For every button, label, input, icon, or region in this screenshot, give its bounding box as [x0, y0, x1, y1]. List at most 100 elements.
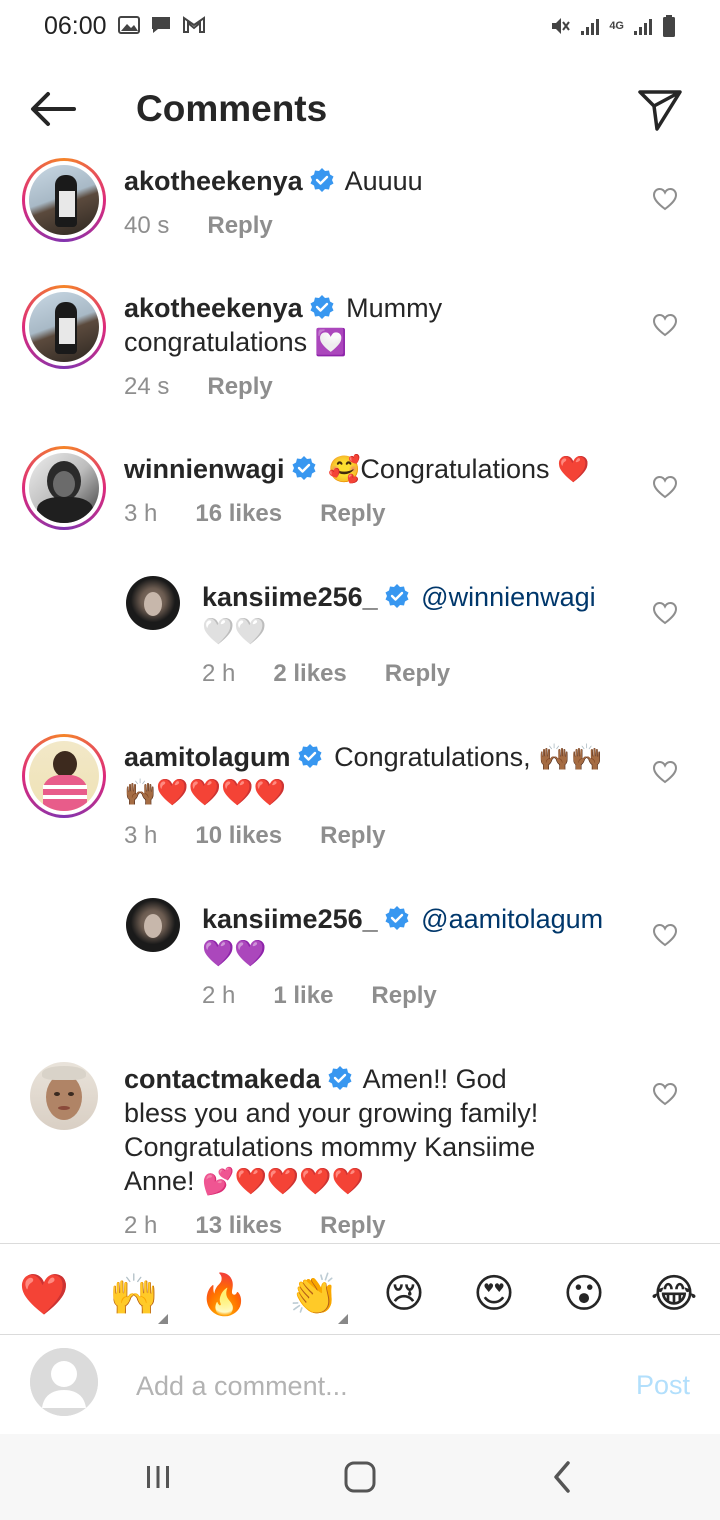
user-avatar: [30, 1348, 98, 1416]
comment-time: 24 s: [124, 373, 170, 400]
verified-badge-icon: [292, 456, 316, 480]
heart-outline-icon: [652, 1082, 678, 1106]
reply-button[interactable]: Reply: [320, 822, 385, 850]
heart-outline-icon: [652, 187, 678, 211]
comment-emoji: 💟: [314, 328, 348, 358]
like-button[interactable]: [650, 598, 680, 628]
recent-apps-button[interactable]: [128, 1454, 188, 1500]
verified-badge-icon: [298, 744, 322, 768]
reply-button[interactable]: Reply: [320, 1212, 385, 1240]
mute-icon: [552, 18, 571, 34]
comment-text: Anne!: [124, 1166, 195, 1196]
like-button[interactable]: [650, 1079, 680, 1109]
comment-emoji: 💕❤️❤️❤️❤️: [202, 1167, 364, 1197]
comment-time: 3 h: [124, 500, 158, 527]
post-button[interactable]: Post: [636, 1370, 690, 1401]
likes-count[interactable]: 13 likes: [195, 1212, 282, 1240]
status-bar: 06:00 4G: [0, 0, 720, 56]
reaction-heart[interactable]: ❤️: [16, 1266, 72, 1322]
verified-badge-icon: [328, 1066, 352, 1090]
reply-button[interactable]: Reply: [371, 982, 436, 1010]
signal-icon-2: [634, 19, 652, 35]
reaction-clap[interactable]: 👏: [286, 1266, 348, 1324]
avatar[interactable]: [22, 446, 106, 530]
signal-icon: [581, 19, 600, 35]
likes-count[interactable]: 16 likes: [195, 500, 282, 528]
gmail-icon: [183, 16, 205, 33]
mention-link[interactable]: @winnienwagi: [421, 582, 596, 612]
heart-outline-icon: [652, 601, 678, 625]
avatar[interactable]: [30, 1062, 98, 1130]
comment-text: bless you and your growing family!: [124, 1098, 539, 1128]
comment-username[interactable]: kansiime256_: [202, 904, 378, 934]
comment-emoji: 🙌🏾🙌🏾: [538, 743, 603, 773]
skin-tone-indicator: [158, 1314, 168, 1324]
battery-icon: [663, 15, 675, 37]
comment-text: congratulations: [124, 327, 308, 357]
comment-username[interactable]: akotheekenya: [124, 166, 303, 196]
message-icon: [152, 17, 170, 33]
mention-link[interactable]: @aamitolagum: [421, 904, 603, 934]
header: Comments: [0, 70, 720, 150]
like-button[interactable]: [650, 920, 680, 950]
comments-list: akotheekenya Auuuu 40 s Reply akotheeken…: [0, 150, 720, 1242]
share-button[interactable]: [634, 84, 686, 136]
like-button[interactable]: [650, 184, 680, 214]
network-type: 4G: [609, 19, 624, 32]
reaction-cry[interactable]: 😢: [376, 1266, 432, 1322]
reaction-fire[interactable]: 🔥: [196, 1266, 252, 1322]
verified-badge-icon: [385, 906, 409, 930]
like-button[interactable]: [650, 757, 680, 787]
page-title: Comments: [136, 88, 328, 129]
comment-time: 2 h: [202, 660, 236, 687]
likes-count[interactable]: 1 like: [273, 982, 333, 1010]
back-button[interactable]: [26, 82, 80, 136]
emoji-reaction-bar: ❤️ 🙌 🔥 👏 😢 😍 😮 😂: [0, 1243, 720, 1335]
comment-time: 2 h: [124, 1212, 158, 1239]
heart-outline-icon: [652, 475, 678, 499]
comment-input[interactable]: [136, 1366, 596, 1406]
comment-username[interactable]: aamitolagum: [124, 742, 291, 772]
likes-count[interactable]: 10 likes: [195, 822, 282, 850]
avatar[interactable]: [126, 898, 180, 952]
comment-text: Mummy: [346, 293, 443, 323]
comment-text: Auuuu: [344, 166, 423, 196]
comment-username[interactable]: contactmakeda: [124, 1064, 321, 1094]
likes-count[interactable]: 2 likes: [273, 660, 346, 688]
comment-emoji: 🙌🏾❤️❤️❤️❤️: [124, 778, 286, 808]
reply-button[interactable]: Reply: [207, 212, 272, 240]
reply-button[interactable]: Reply: [207, 373, 272, 401]
verified-badge-icon: [310, 295, 334, 319]
skin-tone-indicator: [338, 1314, 348, 1324]
reaction-heart-eyes[interactable]: 😍: [466, 1266, 522, 1322]
verified-badge-icon: [385, 584, 409, 608]
avatar[interactable]: [22, 734, 106, 818]
avatar[interactable]: [22, 285, 106, 369]
comment-emoji: 🤍🤍: [202, 617, 267, 647]
comment-username[interactable]: akotheekenya: [124, 293, 303, 323]
back-nav-button[interactable]: [532, 1454, 592, 1500]
heart-outline-icon: [652, 760, 678, 784]
like-button[interactable]: [650, 472, 680, 502]
reply-button[interactable]: Reply: [320, 500, 385, 528]
heart-outline-icon: [652, 313, 678, 337]
like-button[interactable]: [650, 310, 680, 340]
comment-text: Amen!! God: [362, 1064, 507, 1094]
comment-emoji: 💜💜: [202, 939, 267, 969]
home-button[interactable]: [330, 1454, 390, 1500]
comment-text: Congratulations mommy Kansiime: [124, 1132, 536, 1162]
home-icon: [344, 1461, 376, 1493]
reaction-raised-hands[interactable]: 🙌: [106, 1266, 168, 1324]
reaction-surprised[interactable]: 😮: [556, 1266, 612, 1322]
heart-outline-icon: [652, 923, 678, 947]
reply-button[interactable]: Reply: [385, 660, 450, 688]
comment-emoji: ❤️: [557, 455, 590, 485]
comment-composer: Post: [0, 1336, 720, 1434]
avatar[interactable]: [126, 576, 180, 630]
comment-time: 2 h: [202, 982, 236, 1009]
avatar[interactable]: [22, 158, 106, 242]
navigation-bar: [0, 1434, 720, 1520]
comment-username[interactable]: kansiime256_: [202, 582, 378, 612]
reaction-laugh[interactable]: 😂: [646, 1266, 702, 1322]
comment-username[interactable]: winnienwagi: [124, 454, 285, 484]
